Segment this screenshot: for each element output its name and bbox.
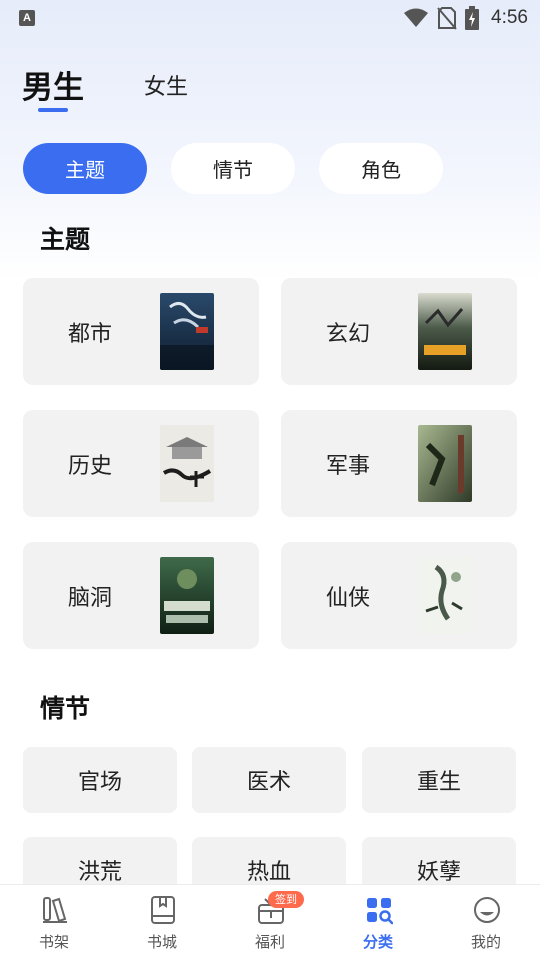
status-time: 4:56	[491, 7, 528, 28]
theme-card-label: 都市	[68, 321, 113, 347]
nav-label: 分类	[362, 933, 393, 951]
book-cover-icon	[160, 557, 214, 634]
pill-theme[interactable]: 主题	[23, 143, 147, 194]
plot-item[interactable]: 重生	[362, 747, 516, 813]
bottom-nav: 书架 书城 签到 福利 分类 我的	[0, 884, 540, 960]
no-sim-icon	[437, 7, 457, 30]
wifi-icon	[404, 8, 429, 27]
app-notification-icon: A	[19, 10, 35, 26]
nav-profile[interactable]: 我的	[432, 885, 540, 960]
theme-card-fantasy[interactable]: 玄幻	[281, 278, 517, 385]
theme-card-label: 军事	[326, 453, 371, 479]
nav-bookstore[interactable]: 书城	[108, 885, 216, 960]
book-cover-icon	[160, 293, 214, 370]
pill-role[interactable]: 角色	[319, 143, 443, 194]
plot-item[interactable]: 医术	[192, 747, 346, 813]
book-cover-icon	[418, 425, 472, 502]
section-title-plot: 情节	[40, 694, 91, 723]
profile-icon	[474, 897, 500, 923]
nav-welfare[interactable]: 签到 福利	[216, 885, 324, 960]
theme-card-label: 历史	[68, 453, 113, 479]
theme-card-history[interactable]: 历史	[23, 410, 259, 517]
tab-male[interactable]: 男生	[22, 62, 84, 107]
tab-female[interactable]: 女生	[144, 69, 188, 101]
theme-card-military[interactable]: 军事	[281, 410, 517, 517]
category-icon	[367, 898, 393, 925]
theme-card-label: 脑洞	[68, 585, 113, 611]
bookshelf-icon	[43, 897, 67, 923]
book-cover-icon	[418, 293, 472, 370]
status-icons: 4:56	[403, 5, 528, 31]
theme-card-label: 玄幻	[326, 321, 371, 347]
nav-category[interactable]: 分类	[324, 885, 432, 960]
signin-badge: 签到	[268, 891, 304, 908]
active-tab-indicator	[38, 108, 68, 112]
section-title-theme: 主题	[40, 225, 91, 254]
theme-card-urban[interactable]: 都市	[23, 278, 259, 385]
book-cover-icon	[418, 557, 472, 634]
nav-bookshelf[interactable]: 书架	[0, 885, 108, 960]
status-bar: A 4:56	[0, 0, 540, 38]
nav-label: 福利	[254, 933, 285, 951]
theme-card-xianxia[interactable]: 仙侠	[281, 542, 517, 649]
theme-card-brainhole[interactable]: 脑洞	[23, 542, 259, 649]
book-icon	[151, 896, 175, 924]
nav-label: 我的	[470, 933, 501, 951]
nav-label: 书城	[146, 933, 177, 951]
theme-card-label: 仙侠	[326, 585, 371, 611]
battery-icon	[465, 6, 480, 30]
nav-label: 书架	[38, 933, 69, 951]
plot-item[interactable]: 官场	[23, 747, 177, 813]
pill-plot[interactable]: 情节	[171, 143, 295, 194]
book-cover-icon	[160, 425, 214, 502]
